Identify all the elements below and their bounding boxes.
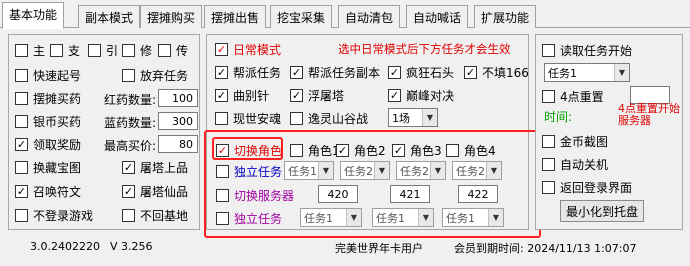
checkbox-independent-task[interactable]: 独立任务 (216, 163, 282, 180)
tab-dungeon[interactable]: 副本模式 (78, 5, 141, 28)
tab-auto-shout[interactable]: 自动喊话 (406, 5, 469, 28)
tab-stall-sell[interactable]: 摆摊出售 (204, 5, 267, 28)
checkbox-exchange-map[interactable]: 换藏宝图 (15, 159, 81, 176)
max-price-label: 最高买价: (104, 139, 157, 153)
checkbox-main[interactable]: 主 (15, 42, 45, 59)
server-1-input[interactable]: 420 (318, 185, 358, 203)
tab-dig-collect[interactable]: 挖宝采集 (270, 5, 333, 28)
checkbox-quick-rise[interactable]: 快速起号 (15, 67, 81, 84)
checkbox-guide[interactable]: 引 (88, 42, 118, 59)
checkbox-branch[interactable]: 支 (50, 42, 80, 59)
role3-task-select[interactable]: 任务2 ▼ (396, 161, 446, 180)
checkbox-role-3[interactable]: 角色3 (392, 142, 442, 159)
left-panel (8, 34, 200, 230)
checkbox-daily-mode[interactable]: 日常模式 (215, 41, 281, 58)
checkbox-no-login[interactable]: 不登录游戏 (15, 207, 93, 224)
server1-task-select[interactable]: 任务1 ▼ (300, 208, 362, 227)
checkbox-no-fill-166[interactable]: 不填166 (464, 64, 529, 81)
checkbox-stall-buy-potion[interactable]: 摆摊买药 (15, 90, 81, 107)
checkbox-futu-tower[interactable]: 浮屠塔 (290, 87, 344, 104)
checkbox-present-soul[interactable]: 现世安魂 (215, 110, 281, 127)
checkbox-paperclip[interactable]: 曲别针 (215, 87, 269, 104)
time-label: 时间: (544, 110, 573, 124)
tab-basic[interactable]: 基本功能 (2, 2, 65, 29)
field-count-select[interactable]: 1场 ▼ (388, 108, 438, 127)
tab-extensions[interactable]: 扩展功能 (474, 5, 537, 28)
checkbox-return-login[interactable]: 返回登录界面 (542, 179, 632, 196)
checkbox-tower-immortal[interactable]: 屠塔仙品 (122, 183, 188, 200)
task-select[interactable]: 任务1 ▼ (544, 63, 630, 82)
role1-task-select[interactable]: 任务1 ▼ (284, 161, 334, 180)
checkbox-silver-buy-potion[interactable]: 银币买药 (15, 113, 81, 130)
server-3-input[interactable]: 422 (458, 185, 498, 203)
server3-task-select[interactable]: 任务1 ▼ (442, 208, 504, 227)
server-2-input[interactable]: 421 (390, 185, 430, 203)
version-secondary: V 3.256 (110, 240, 153, 253)
checkbox-switch-server[interactable]: 切换服务器 (216, 187, 294, 204)
server2-task-select[interactable]: 任务1 ▼ (372, 208, 434, 227)
checkbox-summon-talisman[interactable]: 召唤符文 (15, 183, 81, 200)
checkbox-guild-dungeon[interactable]: 帮派任务副本 (290, 64, 380, 81)
checkbox-read-task-start[interactable]: 读取任务开始 (542, 42, 632, 59)
checkbox-gold-screenshot[interactable]: 金币截图 (542, 133, 608, 150)
version-primary: 3.0.2402220 (30, 240, 100, 253)
checkbox-crazy-stone[interactable]: 疯狂石头 (388, 64, 454, 81)
max-price-input[interactable]: 80 (158, 135, 198, 153)
blue-qty-input[interactable]: 300 (158, 112, 198, 130)
checkbox-independent-task-2[interactable]: 独立任务 (216, 210, 282, 227)
checkbox-repair[interactable]: 修 (122, 42, 152, 59)
checkbox-role-4[interactable]: 角色4 (446, 142, 496, 159)
checkbox-transfer[interactable]: 传 (158, 42, 188, 59)
checkbox-no-return[interactable]: 不回基地 (122, 207, 188, 224)
checkbox-reset-4am[interactable]: 4点重置 (542, 88, 604, 105)
user-type: 完美世界年卡用户 (335, 242, 423, 255)
tab-stall-buy[interactable]: 摆摊购买 (140, 5, 203, 28)
role2-task-select[interactable]: 任务2 ▼ (340, 161, 390, 180)
blue-qty-label: 蓝药数量: (104, 116, 157, 130)
checkbox-give-up-task[interactable]: 放弃任务 (122, 67, 188, 84)
daily-mode-hint: 选中日常模式后下方任务才会生效 (338, 42, 511, 56)
checkbox-tower-upper[interactable]: 屠塔上品 (122, 159, 188, 176)
red-qty-input[interactable]: 100 (158, 89, 198, 107)
checkbox-yiling-valley[interactable]: 逸灵山谷战 (290, 110, 368, 127)
tab-bar: 基本功能 副本模式 摆摊购买 摆摊出售 挖宝采集 自动清包 自动喊话 扩展功能 (0, 0, 690, 29)
tab-auto-clean[interactable]: 自动清包 (338, 5, 401, 28)
checkbox-role-2[interactable]: 角色2 (336, 142, 386, 159)
checkbox-auto-shutdown[interactable]: 自动关机 (542, 156, 608, 173)
checkbox-role-1[interactable]: 角色1 (290, 142, 340, 159)
checkbox-guild-task[interactable]: 帮派任务 (215, 64, 281, 81)
red-qty-label: 红药数量: (104, 93, 157, 107)
checkbox-claim-reward[interactable]: 领取奖励 (15, 136, 81, 153)
reset-note: 4点重置开始服务器 (618, 102, 680, 127)
checkbox-switch-role[interactable]: 切换角色 (216, 142, 282, 159)
minimize-to-tray-button[interactable]: 最小化到托盘 (560, 200, 644, 222)
role4-task-select[interactable]: 任务2 ▼ (452, 161, 502, 180)
checkbox-peak-duel[interactable]: 巅峰对决 (388, 87, 454, 104)
member-expire: 会员到期时间: 2024/11/13 1:07:07 (454, 242, 637, 255)
